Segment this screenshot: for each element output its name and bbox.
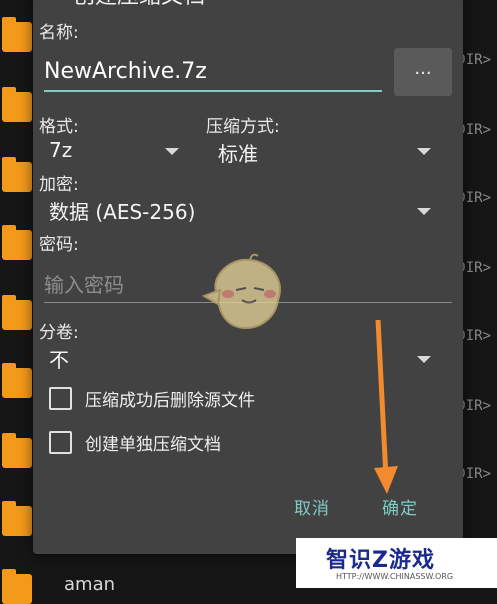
format-label: 格式:	[39, 117, 79, 137]
split-value: 不	[49, 348, 69, 372]
folder-icon[interactable]	[2, 363, 32, 398]
delete-source-label: 压缩成功后删除源文件	[85, 391, 255, 411]
folder-icon[interactable]	[2, 433, 32, 468]
chevron-down-icon	[417, 208, 431, 215]
chevron-down-icon	[417, 148, 431, 155]
folder-icon[interactable]	[2, 87, 32, 122]
chevron-down-icon	[417, 356, 431, 363]
browse-button[interactable]: ...	[394, 48, 452, 96]
folder-icon[interactable]	[2, 501, 32, 536]
dialog-title: 创建压缩文档	[73, 0, 205, 10]
encryption-value: 数据 (AES-256)	[49, 200, 196, 224]
folder-icon[interactable]	[2, 295, 32, 330]
cancel-button[interactable]: 取消	[294, 494, 330, 519]
checkbox[interactable]	[49, 387, 72, 410]
file-name[interactable]: aman	[64, 574, 115, 595]
password-label: 密码:	[39, 235, 79, 255]
format-value: 7z	[49, 138, 73, 162]
archive-name-input[interactable]: NewArchive.7z	[44, 54, 382, 92]
method-value: 标准	[218, 142, 258, 166]
name-label: 名称:	[39, 23, 79, 43]
checkbox[interactable]	[49, 431, 72, 454]
folder-icon[interactable]	[2, 569, 32, 604]
arrow-down-icon	[374, 319, 398, 494]
method-label: 压缩方式:	[206, 117, 280, 137]
encryption-label: 加密:	[39, 175, 79, 195]
watermark-text: 智识Z游戏	[326, 548, 435, 573]
mascot-image	[201, 253, 281, 330]
watermark-logo: 智识Z游戏 HTTP://WWW.CHINASSW.ORG	[296, 538, 497, 588]
chevron-down-icon	[165, 148, 179, 155]
split-label: 分卷:	[39, 323, 79, 343]
watermark-subtext: HTTP://WWW.CHINASSW.ORG	[336, 572, 454, 581]
folder-icon[interactable]	[2, 17, 32, 52]
folder-icon[interactable]	[2, 225, 32, 260]
separate-archive-label: 创建单独压缩文档	[85, 435, 221, 455]
folder-icon[interactable]	[2, 157, 32, 192]
